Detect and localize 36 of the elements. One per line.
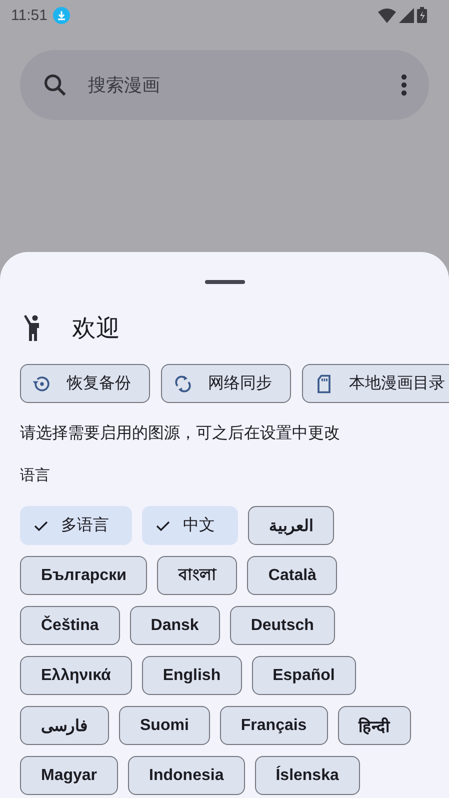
language-chip[interactable]: Български (20, 556, 148, 595)
language-chip[interactable]: Français (220, 706, 328, 745)
sync-icon (172, 372, 194, 394)
language-chip[interactable]: Íslenska (254, 756, 360, 795)
language-chip[interactable]: Suomi (119, 706, 210, 745)
search-icon[interactable] (42, 72, 68, 98)
wifi-icon (378, 8, 396, 22)
language-chip[interactable]: Deutsch (230, 606, 335, 645)
download-icon (53, 6, 70, 24)
battery-icon (417, 7, 427, 23)
action-chip[interactable]: 网络同步 (161, 364, 291, 403)
more-icon[interactable] (401, 74, 407, 96)
language-chip[interactable]: हिन्दी (338, 706, 411, 745)
language-chip[interactable]: Magyar (20, 756, 118, 795)
language-chip[interactable]: 中文 (142, 506, 238, 545)
action-chip[interactable]: 本地漫画目录 (302, 364, 449, 403)
action-chip[interactable]: 恢复备份 (20, 364, 150, 403)
language-chip[interactable]: Čeština (20, 606, 120, 645)
language-chip[interactable]: English (142, 656, 242, 695)
language-chip[interactable]: Indonesia (128, 756, 245, 795)
section-label: 语言 (19, 466, 51, 485)
language-chip[interactable]: Español (252, 656, 356, 695)
signal-icon (399, 8, 414, 22)
language-chip[interactable]: فارسی (20, 706, 109, 745)
search-field[interactable]: 搜索漫画 (86, 74, 401, 96)
language-chip[interactable]: Dansk (130, 606, 220, 645)
language-chip[interactable]: বাংলা (157, 556, 238, 595)
language-chip[interactable]: العربية (248, 506, 334, 545)
language-chip[interactable]: 多语言 (20, 506, 132, 545)
search-bar[interactable]: 搜索漫画 (20, 50, 429, 120)
sheet-title: 欢迎 (72, 313, 120, 344)
description-text: 请选择需要启用的图源，可之后在设置中更改 (19, 423, 341, 444)
language-chip[interactable]: Català (247, 556, 338, 595)
drag-handle[interactable] (204, 280, 244, 284)
language-chip[interactable]: Ελληνικά (20, 656, 132, 695)
status-time: 11:51 (11, 6, 48, 24)
